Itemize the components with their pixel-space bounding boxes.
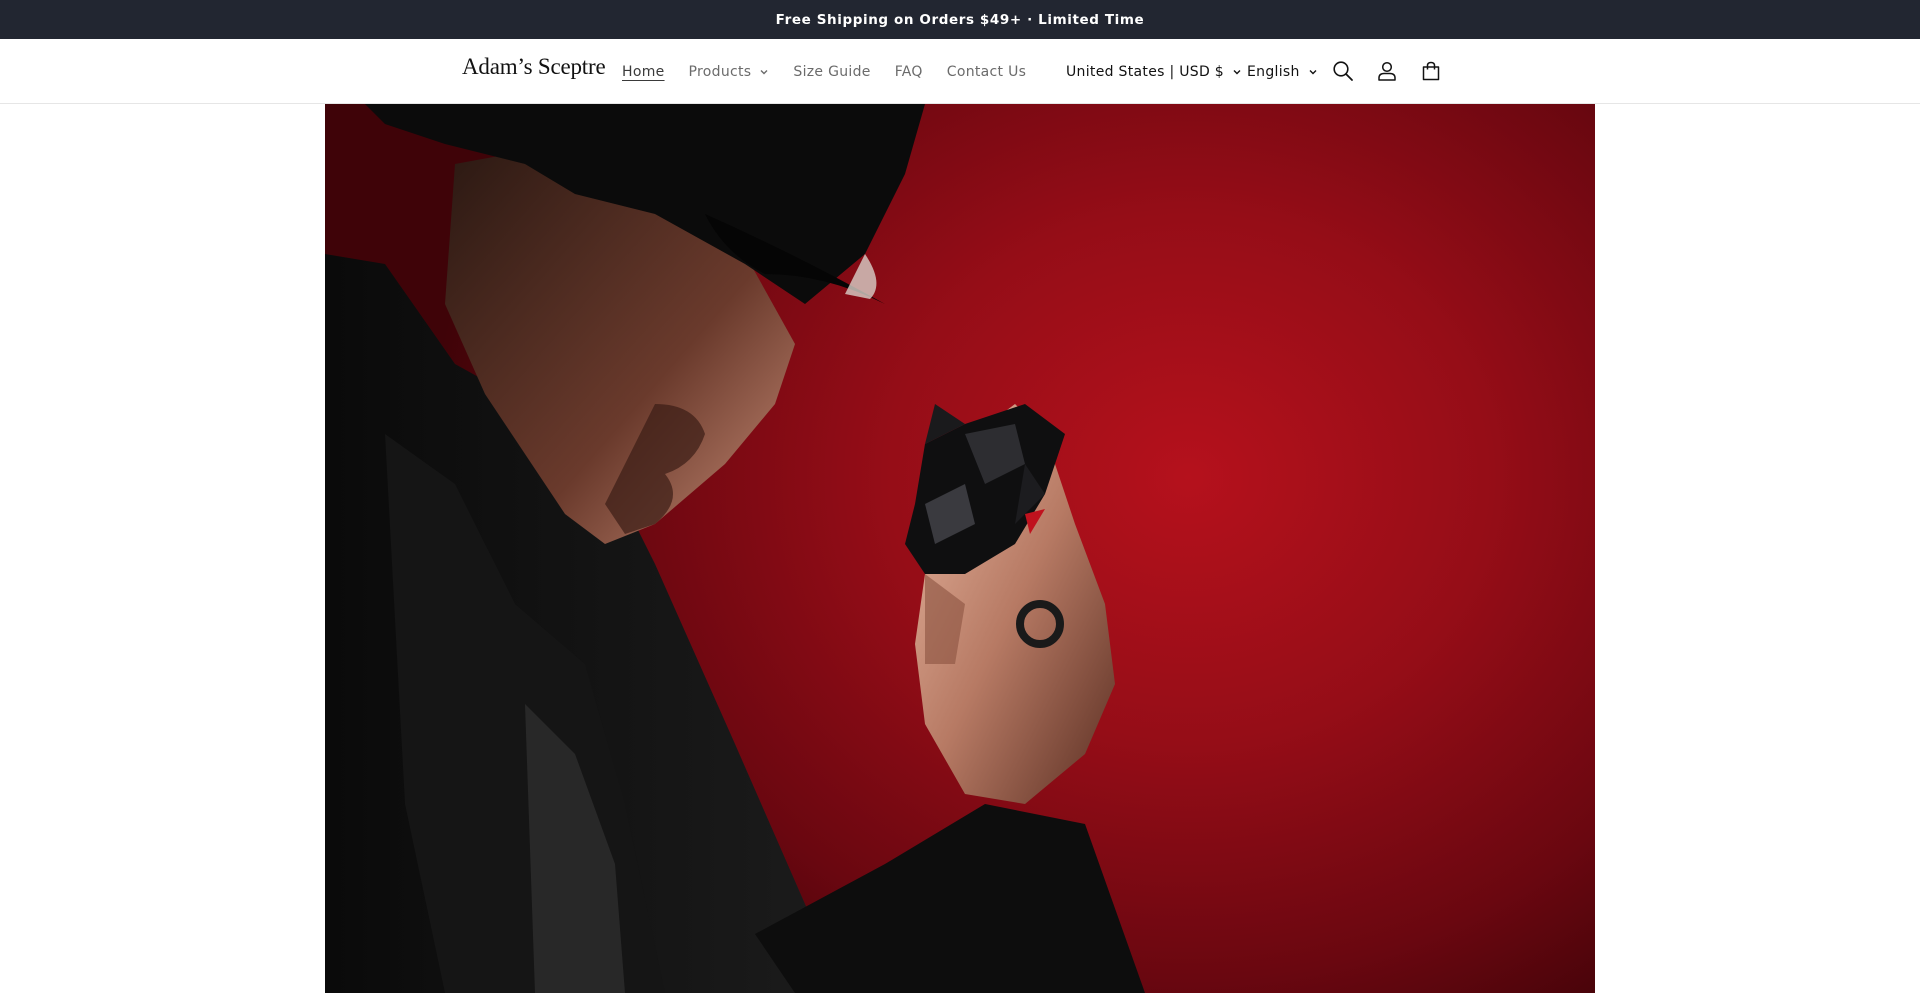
- nav-faq[interactable]: FAQ: [895, 64, 923, 80]
- chevron-down-icon: [1233, 69, 1241, 74]
- account-icon: [1378, 61, 1396, 81]
- nav-home[interactable]: Home: [622, 64, 665, 80]
- cart-button[interactable]: [1418, 58, 1444, 84]
- country-selector-button[interactable]: United States | USD $: [1066, 64, 1242, 80]
- chevron-down-icon: [760, 69, 768, 74]
- cart-icon: [1422, 61, 1440, 81]
- nav-products-label: Products: [688, 63, 752, 80]
- language-selector-label: English: [1247, 63, 1300, 80]
- search-button[interactable]: [1330, 58, 1356, 84]
- nav-size-guide[interactable]: Size Guide: [793, 64, 870, 80]
- announcement-text: Free Shipping on Orders $49+ · Limited T…: [775, 11, 1145, 28]
- chevron-down-icon: [1309, 69, 1317, 74]
- language-selector: English: [1247, 39, 1318, 104]
- account-button[interactable]: [1374, 58, 1400, 84]
- country-selector-label: United States | USD $: [1066, 63, 1224, 80]
- main-nav: Home Products Size Guide FAQ Contact Us: [622, 39, 1050, 104]
- store-logo[interactable]: Adam’s Sceptre: [462, 54, 606, 80]
- site-header: Adam’s Sceptre Home Products Size Guide …: [0, 39, 1920, 104]
- country-selector: United States | USD $: [1066, 39, 1242, 104]
- announcement-bar: Free Shipping on Orders $49+ · Limited T…: [0, 0, 1920, 39]
- nav-products[interactable]: Products: [689, 64, 770, 80]
- language-selector-button[interactable]: English: [1247, 64, 1318, 80]
- hero-banner: [325, 104, 1595, 993]
- nav-contact-us[interactable]: Contact Us: [947, 64, 1026, 80]
- hero-image: [325, 104, 1145, 993]
- search-icon: [1333, 61, 1353, 81]
